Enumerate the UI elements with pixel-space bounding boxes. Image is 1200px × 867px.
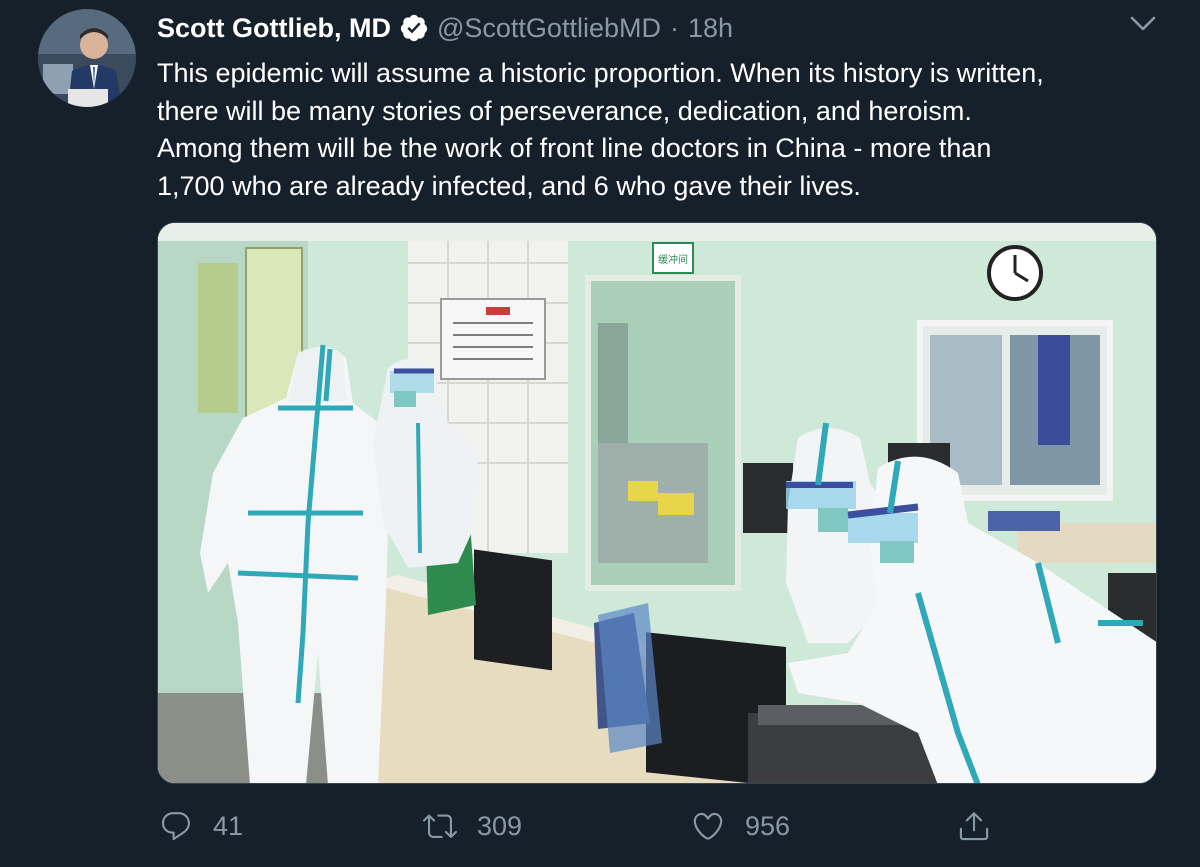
share-icon [959, 812, 989, 841]
hospital-photo-image: 缓冲间 [158, 223, 1156, 783]
separator-dot: · [669, 12, 679, 43]
heart-icon [693, 812, 723, 840]
like-button[interactable]: 956 [691, 800, 790, 852]
tweet-actions: 41 309 956 [157, 800, 1157, 852]
chevron-down-icon[interactable] [1128, 12, 1158, 36]
avatar-image [38, 9, 136, 107]
share-button[interactable] [957, 800, 1011, 852]
like-count: 956 [745, 810, 791, 841]
retweet-count: 309 [477, 810, 523, 841]
tweet-timestamp[interactable]: 18h [688, 13, 733, 44]
author-name[interactable]: Scott Gottlieb, MD [157, 13, 391, 44]
tweet-photo[interactable]: 缓冲间 [157, 222, 1157, 784]
retweet-icon [423, 814, 457, 838]
reply-icon [161, 812, 190, 841]
tweet-text: This epidemic will assume a historic pro… [157, 58, 1044, 201]
author-handle[interactable]: @ScottGottliebMD [437, 13, 661, 44]
door-sign-text: 缓冲间 [658, 253, 688, 266]
retweet-button[interactable]: 309 [423, 800, 522, 852]
reply-button[interactable]: 41 [159, 800, 243, 852]
reply-count: 41 [213, 810, 244, 841]
avatar[interactable] [38, 9, 136, 107]
tweet-card[interactable]: Scott Gottlieb, MD @ScottGottliebMD · 18… [0, 0, 1200, 867]
verified-badge-icon [399, 13, 429, 43]
tweet-header: Scott Gottlieb, MD @ScottGottliebMD · 18… [157, 8, 733, 48]
